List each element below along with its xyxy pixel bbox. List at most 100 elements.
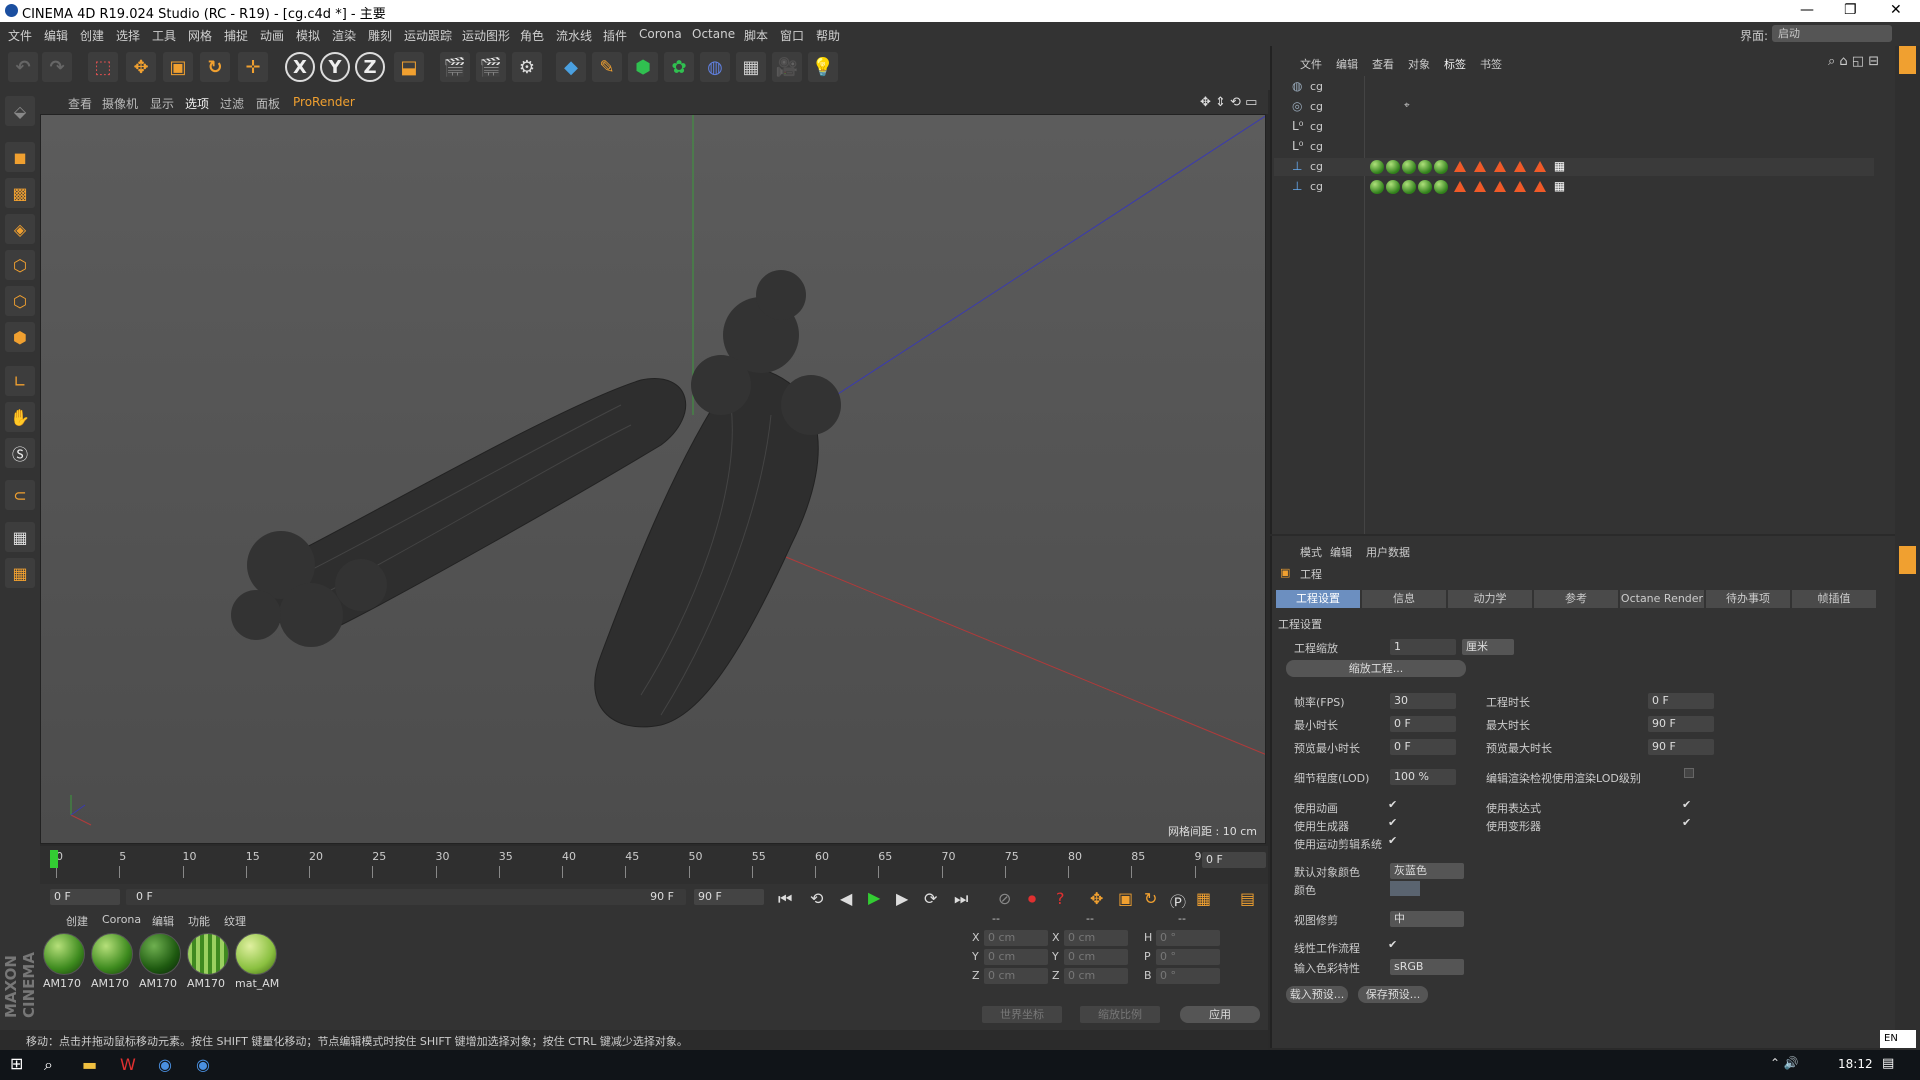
menu-edit[interactable]: 编辑 bbox=[44, 27, 68, 44]
preview-min-field[interactable]: 0 F bbox=[1390, 739, 1456, 755]
object-row[interactable]: ◎ cg ⌖ bbox=[1274, 98, 1874, 116]
menu-help[interactable]: 帮助 bbox=[816, 27, 840, 44]
use-deform-checkbox[interactable]: ✔ bbox=[1682, 816, 1691, 829]
viewport-prorender-menu[interactable]: ProRender bbox=[293, 95, 355, 109]
start-frame-field[interactable]: 0 F bbox=[50, 889, 120, 905]
floor-icon[interactable]: ▦ bbox=[736, 52, 766, 82]
viewport-view-menu[interactable]: 查看 bbox=[68, 95, 92, 112]
save-preset-button[interactable]: 保存预设... bbox=[1358, 986, 1428, 1003]
object-row[interactable]: ⊥ cg ▦ bbox=[1274, 158, 1874, 176]
viewport-options-menu[interactable]: 选项 bbox=[185, 95, 209, 112]
tray-icons[interactable]: ⌃ 🔊 bbox=[1770, 1056, 1799, 1070]
magnet-icon[interactable]: ⊂ bbox=[5, 480, 35, 510]
cinema4d-app-icon-2[interactable]: ◉ bbox=[196, 1055, 210, 1074]
mat-menu-function[interactable]: 功能 bbox=[188, 913, 210, 929]
workplane-icon[interactable]: ◈ bbox=[5, 214, 35, 244]
om-menu-view[interactable]: 查看 bbox=[1372, 56, 1394, 72]
cinema4d-app-icon[interactable]: ◉ bbox=[158, 1055, 172, 1074]
menu-mograph[interactable]: 运动图形 bbox=[462, 27, 510, 44]
viewport-display-menu[interactable]: 显示 bbox=[150, 95, 174, 112]
wps-icon[interactable]: W bbox=[120, 1055, 136, 1074]
subdivision-icon[interactable]: ⬢ bbox=[628, 52, 658, 82]
tab-info[interactable]: 信息 bbox=[1362, 590, 1446, 608]
record-icon[interactable]: ⊘ bbox=[998, 889, 1011, 908]
prev-key-icon[interactable]: ⟲ bbox=[810, 889, 823, 908]
material-item[interactable]: mat_AM bbox=[235, 933, 279, 997]
timeline-window-icon[interactable]: ▤ bbox=[1240, 889, 1255, 908]
coord-system-icon[interactable]: ⬓ bbox=[394, 52, 424, 82]
tab-todo[interactable]: 待办事项 bbox=[1706, 590, 1790, 608]
object-row[interactable]: ◍ cg bbox=[1274, 78, 1874, 96]
project-scale-field[interactable]: 1 bbox=[1390, 639, 1456, 655]
material-tags[interactable]: ▦ bbox=[1370, 179, 1565, 194]
scale-ratio-select[interactable]: 缩放比例 bbox=[1080, 1006, 1160, 1023]
tab-project-settings[interactable]: 工程设置 bbox=[1276, 590, 1360, 608]
keyframe-help-icon[interactable]: ? bbox=[1056, 889, 1065, 908]
menu-sculpt[interactable]: 雕刻 bbox=[368, 27, 392, 44]
om-menu-tags[interactable]: 标签 bbox=[1444, 56, 1466, 72]
mograph-icon[interactable]: ✿ bbox=[664, 52, 694, 82]
use-motion-checkbox[interactable]: ✔ bbox=[1388, 834, 1397, 847]
menu-plugins[interactable]: 插件 bbox=[603, 27, 627, 44]
key-pla-icon[interactable]: ▦ bbox=[1196, 889, 1211, 908]
redo-icon[interactable]: ↷ bbox=[42, 52, 72, 82]
apply-button[interactable]: 应用 bbox=[1180, 1006, 1260, 1023]
tweak-icon[interactable]: ✋ bbox=[5, 402, 35, 432]
om-menu-edit[interactable]: 编辑 bbox=[1336, 56, 1358, 72]
windows-start-icon[interactable]: ⊞ bbox=[10, 1054, 23, 1073]
max-time-field[interactable]: 90 F bbox=[1648, 716, 1714, 732]
om-menu-file[interactable]: 文件 bbox=[1300, 56, 1322, 72]
key-position-icon[interactable]: ✥ bbox=[1090, 889, 1103, 908]
points-mode-icon[interactable]: ⬡ bbox=[5, 250, 35, 280]
menu-octane[interactable]: Octane bbox=[692, 27, 735, 41]
transform-tool-icon[interactable]: ✛ bbox=[238, 52, 268, 82]
key-rotation-icon[interactable]: ↻ bbox=[1144, 889, 1157, 908]
am-menu-mode[interactable]: 模式 bbox=[1300, 544, 1322, 560]
coord-value-field[interactable]: 0 ° bbox=[1156, 968, 1220, 984]
fps-field[interactable]: 30 bbox=[1390, 693, 1456, 709]
autokey-icon[interactable]: ⏺ bbox=[1028, 889, 1036, 909]
pen-icon[interactable]: ✎ bbox=[592, 52, 622, 82]
project-time-field[interactable]: 0 F bbox=[1648, 693, 1714, 709]
menu-snap[interactable]: 捕捉 bbox=[224, 27, 248, 44]
project-scale-unit-select[interactable]: 厘米 bbox=[1462, 639, 1514, 655]
deformer-icon[interactable]: ◍ bbox=[700, 52, 730, 82]
mat-menu-corona[interactable]: Corona bbox=[102, 913, 141, 926]
lod-field[interactable]: 100 % bbox=[1390, 769, 1456, 785]
menu-tools[interactable]: 工具 bbox=[152, 27, 176, 44]
render-lod-checkbox[interactable] bbox=[1684, 768, 1694, 778]
load-preset-button[interactable]: 载入预设... bbox=[1286, 986, 1348, 1003]
menu-character[interactable]: 角色 bbox=[520, 27, 544, 44]
tab-octane-render[interactable]: Octane Render bbox=[1620, 590, 1704, 608]
menu-create[interactable]: 创建 bbox=[80, 27, 104, 44]
om-menu-objects[interactable]: 对象 bbox=[1408, 56, 1430, 72]
mat-menu-create[interactable]: 创建 bbox=[66, 913, 88, 929]
make-editable-icon[interactable]: ⬙ bbox=[5, 96, 35, 126]
file-explorer-icon[interactable]: ▬ bbox=[82, 1055, 97, 1074]
menu-file[interactable]: 文件 bbox=[8, 27, 32, 44]
interface-select[interactable]: 启动 bbox=[1772, 25, 1892, 42]
viewport-nav-icons[interactable]: ✥ ⇕ ⟲ ▭ bbox=[1200, 95, 1257, 110]
use-expr-checkbox[interactable]: ✔ bbox=[1682, 798, 1691, 811]
workplane-snap-icon[interactable]: ▦ bbox=[5, 558, 35, 588]
current-frame-field[interactable]: 0 F bbox=[1202, 852, 1266, 868]
coord-value-field[interactable]: 0 cm bbox=[1064, 930, 1128, 946]
am-menu-userdata[interactable]: 用户数据 bbox=[1366, 544, 1410, 560]
menu-motion-tracking[interactable]: 运动跟踪 bbox=[404, 27, 452, 44]
material-item[interactable]: AM170 bbox=[43, 933, 87, 997]
next-frame-icon[interactable]: ▶ bbox=[896, 889, 908, 908]
viewport-filter-menu[interactable]: 过滤 bbox=[220, 95, 244, 112]
material-item[interactable]: AM170 bbox=[139, 933, 183, 997]
mat-menu-texture[interactable]: 纹理 bbox=[224, 913, 246, 929]
select-tool-icon[interactable]: ⬚ bbox=[88, 52, 118, 82]
menu-animate[interactable]: 动画 bbox=[260, 27, 284, 44]
render-settings-icon[interactable]: ⚙ bbox=[512, 52, 542, 82]
key-scale-icon[interactable]: ▣ bbox=[1118, 889, 1133, 908]
axis-x-button[interactable]: X bbox=[285, 52, 315, 82]
menu-corona[interactable]: Corona bbox=[639, 27, 682, 41]
world-coords-select[interactable]: 世界坐标 bbox=[982, 1006, 1062, 1023]
am-menu-edit[interactable]: 编辑 bbox=[1330, 544, 1352, 560]
render-view-icon[interactable]: 🎬 bbox=[440, 52, 470, 82]
use-anim-checkbox[interactable]: ✔ bbox=[1388, 798, 1397, 811]
om-search-icon[interactable]: ⌕ ⌂ ◱ ⊟ bbox=[1828, 54, 1879, 69]
